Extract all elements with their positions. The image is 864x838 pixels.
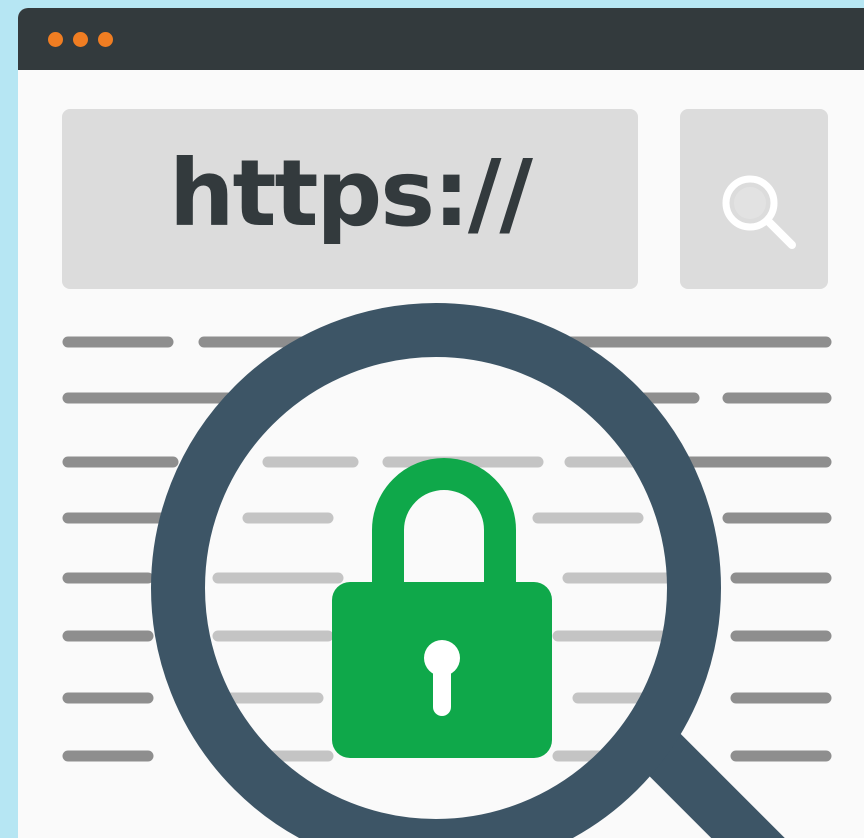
- padlock-icon: [332, 458, 552, 758]
- magnifying-glass-icon: [151, 303, 785, 838]
- browser-window: https://: [18, 8, 864, 838]
- magnifier-handle: [632, 722, 785, 838]
